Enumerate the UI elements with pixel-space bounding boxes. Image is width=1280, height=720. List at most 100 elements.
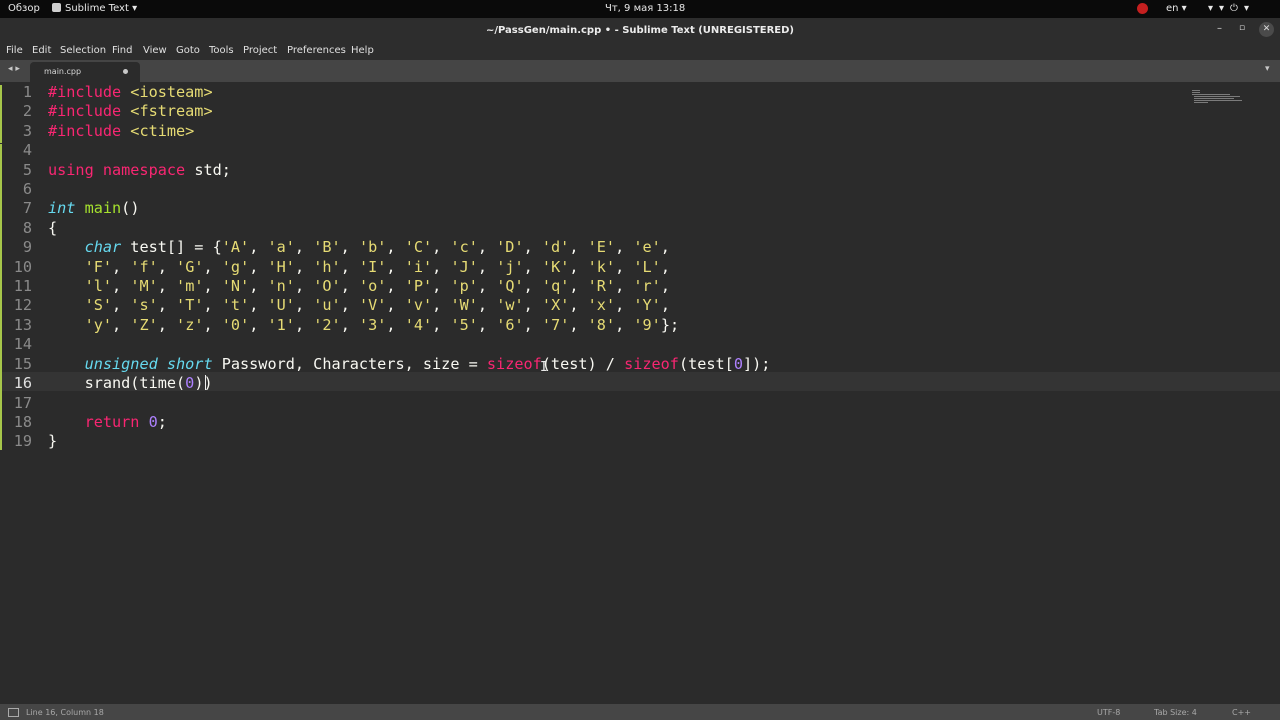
code-token: , (112, 277, 131, 296)
menu-selection[interactable]: Selection (60, 45, 106, 56)
code-line[interactable]: 'y', 'Z', 'z', '0', '1', '2', '3', '4', … (48, 315, 680, 334)
line-number[interactable]: 11 (14, 277, 32, 295)
line-number[interactable]: 14 (14, 335, 32, 353)
code-token: '1' (267, 315, 295, 334)
menu-project[interactable]: Project (243, 45, 277, 56)
line-number[interactable]: 4 (23, 141, 32, 159)
menu-goto[interactable]: Goto (176, 45, 200, 56)
line-number[interactable]: 6 (23, 180, 32, 198)
line-number[interactable]: 7 (23, 199, 32, 217)
code-line[interactable]: srand(time(0)) (48, 374, 213, 392)
app-menu[interactable]: Sublime Text ▾ (52, 3, 137, 14)
code-line[interactable]: #include <iosteam> (48, 83, 213, 101)
code-token: 'r' (633, 277, 661, 296)
minimap[interactable] (1192, 90, 1244, 104)
code-token: , (203, 277, 222, 296)
code-token: main (84, 199, 122, 218)
line-number[interactable]: 17 (14, 394, 32, 412)
line-number[interactable]: 19 (14, 432, 32, 450)
menu-help[interactable]: Help (351, 45, 374, 56)
clock[interactable]: Чт, 9 мая 13:18 (605, 3, 685, 14)
line-number[interactable]: 8 (23, 219, 32, 237)
menu-preferences[interactable]: Preferences (287, 45, 346, 56)
line-number[interactable]: 13 (14, 316, 32, 334)
code-token: , (294, 257, 314, 276)
code-line[interactable]: { (48, 219, 57, 237)
code-token: 'w' (496, 296, 524, 315)
code-text[interactable]: #include <iosteam> #include <fstream> #i… (48, 83, 770, 452)
code-line[interactable]: #include <ctime> (48, 122, 194, 140)
code-token: '6' (496, 315, 524, 334)
code-line[interactable]: int main() (48, 199, 139, 217)
mouse-ibeam-cursor-icon: I (540, 360, 548, 375)
tab-list-dropdown-icon[interactable]: ▾ (1265, 64, 1270, 74)
line-number[interactable]: 1 (23, 83, 32, 101)
menu-tools[interactable]: Tools (209, 45, 234, 56)
panel-toggle-icon[interactable] (8, 708, 19, 717)
code-line[interactable]: 'F', 'f', 'G', 'g', 'H', 'h', 'I', 'i', … (48, 258, 670, 276)
line-number[interactable]: 9 (23, 238, 32, 256)
tab-nav-arrows-icon[interactable]: ◂ ▸ (8, 64, 20, 74)
close-button[interactable]: ✕ (1259, 22, 1274, 37)
code-token: 'Y' (633, 296, 661, 315)
code-token: 'v' (404, 296, 433, 315)
code-token: , (615, 257, 634, 276)
line-number[interactable]: 3 (23, 122, 32, 140)
unsaved-dot-icon[interactable] (123, 69, 128, 74)
code-token: 'D' (496, 238, 524, 257)
file-encoding[interactable]: UTF-8 (1097, 708, 1120, 717)
code-token: 'g' (221, 257, 250, 276)
code-token: , (294, 238, 314, 257)
code-token: 'T' (176, 296, 204, 315)
line-number[interactable]: 15 (14, 355, 32, 373)
activities-button[interactable]: Обзор (8, 3, 40, 14)
code-line[interactable]: return 0; (48, 413, 167, 431)
tab-main-cpp[interactable]: main.cpp (30, 62, 140, 82)
code-token: 'K' (541, 257, 570, 276)
menu-find[interactable]: Find (112, 45, 133, 56)
code-token: , (203, 296, 222, 315)
code-token: 'F' (84, 257, 113, 276)
gnome-top-bar: Обзор Sublime Text ▾ Чт, 9 мая 13:18 en … (0, 0, 1280, 18)
code-token: 'H' (267, 257, 295, 276)
code-token: 'n' (267, 277, 295, 296)
window-title-bar[interactable]: ~/PassGen/main.cpp • - Sublime Text (UNR… (0, 18, 1280, 42)
line-number[interactable]: 5 (23, 161, 32, 179)
minimize-button[interactable]: – (1217, 23, 1222, 34)
line-number[interactable]: 2 (23, 102, 32, 120)
line-number-gutter[interactable]: 1 2 3 4 5 6 7 8 9 10 11 12 13 14 15 16 1… (8, 83, 32, 452)
code-line[interactable]: 'S', 's', 'T', 't', 'U', 'u', 'V', 'v', … (48, 296, 670, 314)
code-token: , (340, 315, 359, 334)
line-number[interactable]: 16 (14, 374, 32, 392)
system-menu-icons[interactable]: ▾▾⏻▾ (1208, 3, 1255, 14)
menu-edit[interactable]: Edit (32, 45, 51, 56)
code-editor[interactable]: 1 2 3 4 5 6 7 8 9 10 11 12 13 14 15 16 1… (0, 82, 1280, 704)
line-number[interactable]: 12 (14, 296, 32, 314)
code-line[interactable]: unsigned short Password, Characters, siz… (48, 355, 771, 373)
code-line[interactable]: 'l', 'M', 'm', 'N', 'n', 'O', 'o', 'P', … (48, 277, 670, 295)
code-token: , (615, 296, 634, 315)
code-line[interactable]: using namespace std; (48, 161, 231, 179)
code-token: , (386, 296, 405, 315)
code-token: #include (48, 102, 131, 121)
menu-file[interactable]: File (6, 45, 23, 56)
syntax-mode[interactable]: C++ (1232, 708, 1251, 717)
code-line[interactable]: #include <fstream> (48, 102, 213, 120)
code-line[interactable]: char test[] = {'A', 'a', 'B', 'b', 'C', … (48, 238, 670, 256)
code-line[interactable]: } (48, 432, 57, 450)
maximize-button[interactable]: ▫ (1239, 23, 1245, 33)
line-number[interactable]: 10 (14, 258, 32, 276)
line-number[interactable]: 18 (14, 413, 32, 431)
app-menu-label: Sublime Text ▾ (65, 3, 138, 14)
code-token: , (477, 257, 497, 276)
tab-size[interactable]: Tab Size: 4 (1154, 708, 1197, 717)
menu-view[interactable]: View (143, 45, 167, 56)
code-token: srand(time( (48, 374, 186, 393)
keyboard-layout-menu[interactable]: en ▾ (1166, 3, 1187, 14)
code-token: 'W' (450, 296, 478, 315)
recording-indicator-icon[interactable] (1137, 3, 1148, 14)
code-token: , (157, 315, 177, 334)
